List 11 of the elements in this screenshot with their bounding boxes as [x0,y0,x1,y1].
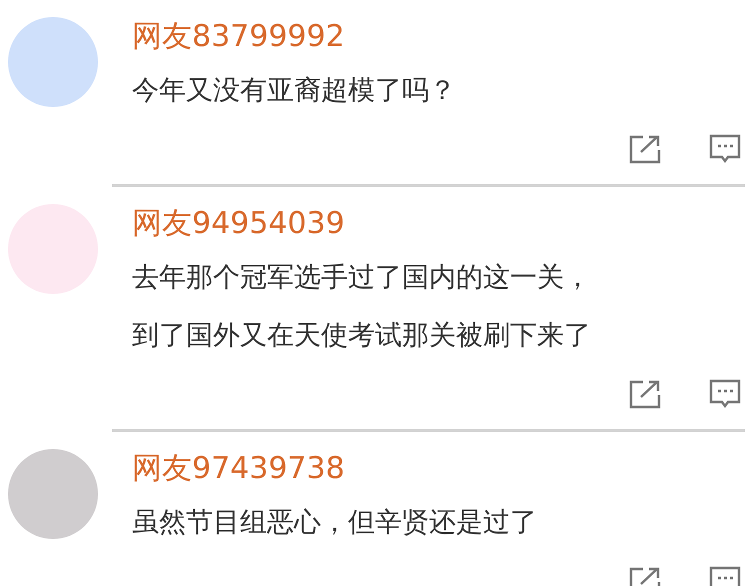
comment-text: 虽然节目组恶心，但辛贤还是过了 [131,506,538,540]
comment-text: 去年那个冠军选手过了国内的这一关， [131,261,592,295]
share-icon[interactable] [629,379,663,409]
comment-icon[interactable] [709,379,741,409]
username[interactable]: 网友97439738 [112,450,745,488]
username[interactable]: 网友94954039 [112,205,745,243]
username[interactable]: 网友83799992 [112,18,745,56]
comment-text: 今年又没有亚裔超模了吗？ [131,74,457,108]
comment-text: 到了国外又在天使考试那关被刷下来了 [131,319,592,353]
share-icon[interactable] [629,134,663,164]
comment-icon[interactable] [709,134,741,164]
